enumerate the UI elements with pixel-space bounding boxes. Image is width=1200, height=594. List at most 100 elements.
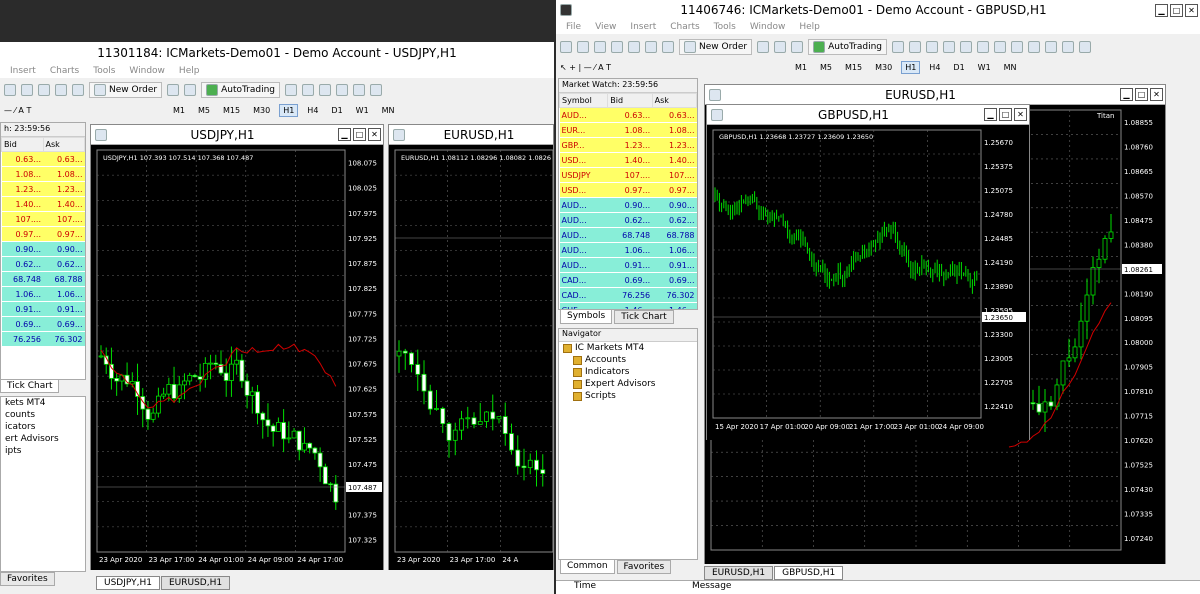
tf-mn[interactable]: MN bbox=[378, 104, 399, 117]
mw-row[interactable]: GBP... 1.23... 1.23... bbox=[559, 137, 697, 153]
nav-item[interactable]: counts bbox=[1, 409, 85, 421]
tf-m30[interactable]: M30 bbox=[871, 61, 896, 74]
mw-row[interactable]: AUD... 0.91... 0.91... bbox=[559, 257, 697, 273]
mw-row[interactable]: EUR... 1.08... 1.08... bbox=[559, 122, 697, 138]
mw-row[interactable]: 0.90... 0.90... bbox=[1, 241, 85, 257]
chart-tab-eurusd[interactable]: EURUSD,H1 bbox=[160, 576, 231, 590]
terminal-icon[interactable] bbox=[645, 41, 657, 53]
new-chart-icon[interactable] bbox=[560, 41, 572, 53]
mw-row[interactable]: 1.40... 1.40... bbox=[1, 196, 85, 212]
metaeditor-icon[interactable] bbox=[167, 84, 180, 96]
tf-m30[interactable]: M30 bbox=[249, 104, 274, 117]
menu-charts[interactable]: Charts bbox=[670, 22, 699, 32]
tester-icon[interactable] bbox=[662, 41, 674, 53]
right-new-order-button[interactable]: New Order bbox=[679, 39, 753, 55]
chat-icon[interactable] bbox=[1079, 41, 1091, 53]
mw-row[interactable]: AUD... 0.62... 0.62... bbox=[559, 212, 697, 228]
mw-row[interactable]: 0.91... 0.91... bbox=[1, 301, 85, 317]
mw-row[interactable]: 68.748 68.788 bbox=[1, 271, 85, 287]
tester-icon[interactable] bbox=[72, 84, 84, 96]
zoom-out-icon[interactable] bbox=[353, 84, 365, 96]
metaeditor-icon[interactable] bbox=[757, 41, 770, 53]
tab-tick-chart[interactable]: Tick Chart bbox=[614, 310, 674, 324]
tab-tick-chart[interactable]: Tick Chart bbox=[0, 380, 60, 393]
right-title-bar[interactable]: 11406746: ICMarkets-Demo01 - Demo Accoun… bbox=[556, 0, 1200, 20]
options-icon[interactable] bbox=[774, 41, 787, 53]
mw-row[interactable]: USDJPY 107.... 107.... bbox=[559, 167, 697, 183]
tf-m5[interactable]: M5 bbox=[194, 104, 214, 117]
mw-row[interactable]: 0.69... 0.69... bbox=[1, 316, 85, 332]
right-autotrading-button[interactable]: AutoTrading bbox=[808, 39, 887, 55]
tf-m15[interactable]: M15 bbox=[219, 104, 244, 117]
chart-tab-usdjpy[interactable]: USDJPY,H1 bbox=[96, 576, 160, 590]
tf-m1[interactable]: M1 bbox=[791, 61, 811, 74]
mw-row[interactable]: AUD... 68.748 68.788 bbox=[559, 227, 697, 243]
tf-w1[interactable]: W1 bbox=[974, 61, 995, 74]
menu-view[interactable]: View bbox=[595, 22, 616, 32]
globe-icon[interactable] bbox=[791, 41, 804, 53]
options-icon[interactable] bbox=[184, 84, 197, 96]
mw-row[interactable]: 76.256 76.302 bbox=[1, 331, 85, 347]
terminal-icon[interactable] bbox=[55, 84, 67, 96]
left-menu-charts[interactable]: Charts bbox=[50, 66, 79, 76]
minimize-button[interactable]: ▁ bbox=[1155, 3, 1168, 17]
minimize-button[interactable]: ▁ bbox=[1120, 88, 1133, 101]
tab-favorites[interactable]: Favorites bbox=[0, 572, 55, 586]
gbpusd-title-bar[interactable]: GBPUSD,H1 ▁ □ ✕ bbox=[707, 105, 1029, 125]
mw-row[interactable]: USD... 1.40... 1.40... bbox=[559, 152, 697, 168]
tf-h1[interactable]: H1 bbox=[279, 103, 299, 117]
indicators-icon[interactable] bbox=[1028, 41, 1040, 53]
mw-row[interactable]: AUD... 0.63... 0.63... bbox=[559, 107, 697, 123]
tf-h4[interactable]: H4 bbox=[925, 61, 944, 74]
menu-help[interactable]: Help bbox=[799, 22, 820, 32]
market-watch-icon[interactable] bbox=[594, 41, 606, 53]
profiles-icon[interactable] bbox=[4, 84, 16, 96]
left-menu-tools[interactable]: Tools bbox=[93, 66, 115, 76]
candle-chart-icon[interactable] bbox=[909, 41, 921, 53]
periods-icon[interactable] bbox=[1045, 41, 1057, 53]
tf-d1[interactable]: D1 bbox=[327, 104, 346, 117]
mw-row[interactable]: 1.08... 1.08... bbox=[1, 166, 85, 182]
maximize-button[interactable]: □ bbox=[353, 128, 366, 141]
autoscroll-icon[interactable] bbox=[994, 41, 1006, 53]
close-button[interactable]: ✕ bbox=[1014, 108, 1027, 121]
left-new-order-button[interactable]: New Order bbox=[89, 82, 163, 98]
left-menu-insert[interactable]: Insert bbox=[10, 66, 36, 76]
mw-row[interactable]: 107.... 107.... bbox=[1, 211, 85, 227]
minimize-button[interactable]: ▁ bbox=[984, 108, 997, 121]
tab-symbols[interactable]: Symbols bbox=[560, 310, 613, 324]
tab-favorites[interactable]: Favorites bbox=[616, 560, 672, 574]
nav-item[interactable]: icators bbox=[1, 421, 85, 433]
menu-file[interactable]: File bbox=[566, 22, 581, 32]
mw-row[interactable]: 0.62... 0.62... bbox=[1, 256, 85, 272]
tf-m15[interactable]: M15 bbox=[841, 61, 866, 74]
nav-item[interactable]: ert Advisors bbox=[1, 433, 85, 445]
zoom-in-icon[interactable] bbox=[336, 84, 348, 96]
mw-row[interactable]: AUD... 0.90... 0.90... bbox=[559, 197, 697, 213]
left-menu-help[interactable]: Help bbox=[179, 66, 200, 76]
maximize-button[interactable]: □ bbox=[1170, 3, 1183, 17]
mw-row[interactable]: 0.97... 0.97... bbox=[1, 226, 85, 242]
line-chart-icon[interactable] bbox=[319, 84, 331, 96]
crosshair-icon[interactable] bbox=[21, 84, 33, 96]
mw-row[interactable]: 1.06... 1.06... bbox=[1, 286, 85, 302]
gbpusd-chart[interactable]: GBPUSD,H1 1.23668 1.23727 1.23609 1.2365… bbox=[707, 126, 1029, 440]
nav-item[interactable]: ipts bbox=[1, 445, 85, 457]
tab-common[interactable]: Common bbox=[560, 560, 615, 574]
data-window-icon[interactable] bbox=[611, 41, 623, 53]
zoom-in-icon[interactable] bbox=[943, 41, 955, 53]
nav-scripts[interactable]: Scripts bbox=[559, 390, 697, 402]
profiles-icon[interactable] bbox=[577, 41, 589, 53]
search-icon[interactable] bbox=[1062, 41, 1074, 53]
tf-mn[interactable]: MN bbox=[1000, 61, 1021, 74]
left-title-bar[interactable]: 11301184: ICMarkets-Demo01 - Demo Accoun… bbox=[0, 42, 554, 64]
close-button[interactable]: ✕ bbox=[368, 128, 381, 141]
close-button[interactable]: ✕ bbox=[1150, 88, 1163, 101]
tf-w1[interactable]: W1 bbox=[352, 104, 373, 117]
nav-accounts[interactable]: Accounts bbox=[559, 354, 697, 366]
tf-h4[interactable]: H4 bbox=[303, 104, 322, 117]
tf-d1[interactable]: D1 bbox=[949, 61, 968, 74]
tf-m1[interactable]: M1 bbox=[169, 104, 189, 117]
nav-item[interactable]: kets MT4 bbox=[1, 397, 85, 409]
nav-indicators[interactable]: Indicators bbox=[559, 366, 697, 378]
